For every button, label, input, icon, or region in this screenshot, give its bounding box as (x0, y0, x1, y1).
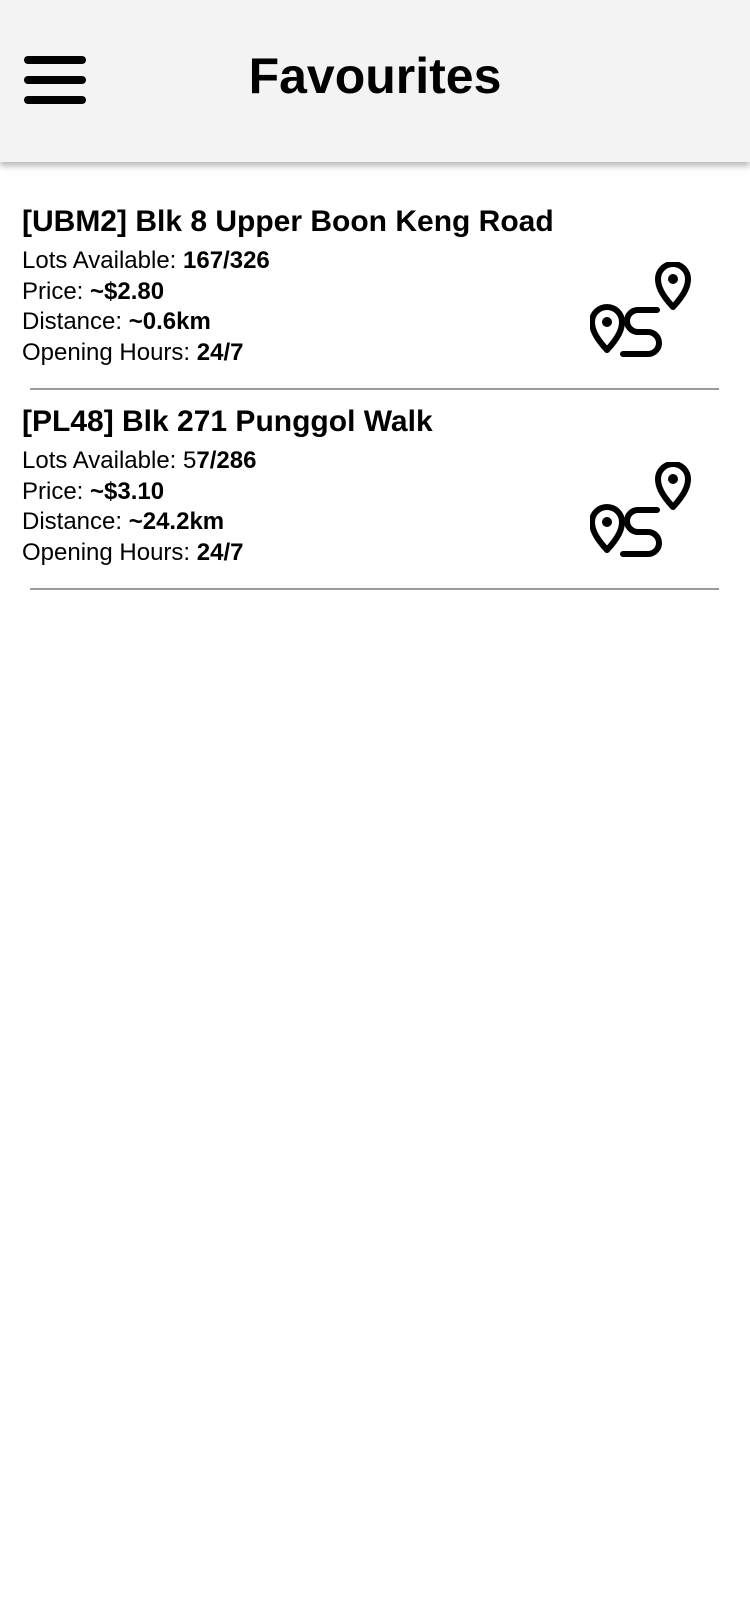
hours-row: Opening Hours: 24/7 (22, 338, 270, 369)
list-item[interactable]: [PL48] Blk 271 Punggol Walk Lots Availab… (0, 390, 750, 590)
distance-label: Distance: (22, 508, 129, 535)
price-label: Price: (22, 477, 91, 505)
lots-value: 167/326 (183, 247, 270, 274)
distance-row: Distance: ~24.2km (22, 507, 256, 538)
route-directions-icon[interactable] (590, 462, 698, 558)
price-value: ~$3.10 (90, 477, 165, 505)
distance-value: ~0.6km (128, 308, 211, 335)
list-item[interactable]: [UBM2] Blk 8 Upper Boon Keng Road Lots A… (0, 190, 750, 390)
divider (30, 588, 719, 590)
carpark-name: [PL48] Blk 271 Punggol Walk (22, 405, 433, 438)
price-value: ~$2.80 (90, 277, 165, 305)
app-header: Favourites (0, 0, 750, 162)
carpark-name: [UBM2] Blk 8 Upper Boon Keng Road (22, 205, 554, 238)
lots-row: Lots Available: 167/326 (22, 246, 270, 277)
hours-value: 24/7 (196, 538, 244, 566)
hours-row: Opening Hours: 24/7 (22, 538, 256, 569)
hours-value: 24/7 (196, 338, 244, 366)
lots-label: Lots Available: 5 (22, 447, 197, 474)
price-row: Price: ~$2.80 (22, 277, 270, 308)
page-title: Favourites (248, 48, 502, 104)
carpark-details: Lots Available: 57/286 Price: ~$3.10 Dis… (22, 446, 256, 568)
carpark-details: Lots Available: 167/326 Price: ~$2.80 Di… (22, 246, 270, 368)
favourites-list: [UBM2] Blk 8 Upper Boon Keng Road Lots A… (0, 190, 750, 590)
hours-label: Opening Hours: (22, 338, 197, 366)
hours-label: Opening Hours: (22, 538, 197, 566)
lots-label: Lots Available: (22, 247, 184, 274)
distance-value: ~24.2km (128, 508, 225, 535)
price-row: Price: ~$3.10 (22, 477, 256, 508)
price-label: Price: (22, 277, 91, 305)
lots-row: Lots Available: 57/286 (22, 446, 256, 477)
distance-label: Distance: (22, 308, 129, 335)
route-directions-icon[interactable] (590, 262, 698, 358)
distance-row: Distance: ~0.6km (22, 307, 270, 338)
lots-value: 7/286 (196, 447, 257, 474)
